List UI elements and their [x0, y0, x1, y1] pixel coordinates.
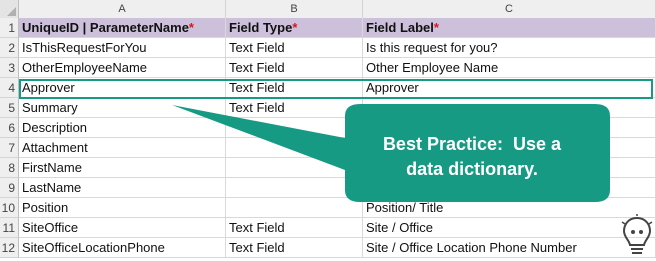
- callout-phrase: data dictionary: [406, 159, 533, 179]
- header-row: 1 UniqueID | ParameterName* Field Type* …: [0, 18, 656, 38]
- cell-a[interactable]: SiteOffice: [19, 218, 226, 238]
- row-number[interactable]: 9: [0, 178, 19, 198]
- cell-a[interactable]: Approver: [19, 78, 226, 98]
- column-header-a[interactable]: A: [19, 0, 226, 18]
- cell-b[interactable]: Text Field: [226, 218, 363, 238]
- table-row: 10 Position Position/ Title: [0, 198, 656, 218]
- required-marker: *: [433, 20, 439, 35]
- callout-emphasis: Best Practice:: [382, 134, 503, 154]
- required-marker: *: [292, 20, 298, 35]
- row-number[interactable]: 10: [0, 198, 19, 218]
- select-all-icon: [7, 7, 16, 16]
- table-row: 12 SiteOfficeLocationPhone Text Field Si…: [0, 238, 656, 258]
- cell-b[interactable]: Text Field: [226, 238, 363, 258]
- cell-a[interactable]: SiteOfficeLocationPhone: [19, 238, 226, 258]
- callout-period: .: [532, 159, 538, 179]
- cell-a[interactable]: Position: [19, 198, 226, 218]
- header-cell-field-type[interactable]: Field Type*: [226, 18, 363, 38]
- row-number[interactable]: 12: [0, 238, 19, 258]
- spreadsheet: A B C 1 UniqueID | ParameterName* Field …: [0, 0, 656, 261]
- cell-a[interactable]: IsThisRequestForYou: [19, 38, 226, 58]
- table-row: 5 Summary Text Field: [0, 98, 656, 118]
- callout-line-2: data dictionary.: [342, 157, 602, 182]
- column-header-row: A B C: [0, 0, 656, 19]
- row-number[interactable]: 3: [0, 58, 19, 78]
- header-label: UniqueID | ParameterName: [22, 20, 189, 35]
- cell-c[interactable]: Is this request for you?: [363, 38, 656, 58]
- cell-a[interactable]: FirstName: [19, 158, 226, 178]
- column-header-c[interactable]: C: [363, 0, 656, 18]
- cell-a[interactable]: OtherEmployeeName: [19, 58, 226, 78]
- header-label: Field Type: [229, 20, 293, 35]
- table-row: 11 SiteOffice Text Field Site / Office: [0, 218, 656, 238]
- cell-c[interactable]: Other Employee Name: [363, 58, 656, 78]
- cell-b[interactable]: Text Field: [226, 98, 363, 118]
- cell-a[interactable]: Summary: [19, 98, 226, 118]
- cell-a[interactable]: Attachment: [19, 138, 226, 158]
- cell-c[interactable]: Site / Office: [363, 218, 656, 238]
- row-number[interactable]: 8: [0, 158, 19, 178]
- required-marker: *: [188, 20, 194, 35]
- callout-line-1: Best Practice: Use a: [342, 132, 602, 157]
- cell-c[interactable]: Position/ Title: [363, 198, 656, 218]
- cell-c[interactable]: Site / Office Location Phone Number: [363, 238, 656, 258]
- callout-text: Best Practice: Use a data dictionary.: [342, 132, 602, 182]
- row-number[interactable]: 5: [0, 98, 19, 118]
- row-number[interactable]: 4: [0, 78, 19, 98]
- row-number[interactable]: 11: [0, 218, 19, 238]
- cell-b[interactable]: [226, 198, 363, 218]
- table-row: 4 Approver Text Field Approver: [0, 78, 656, 98]
- row-number[interactable]: 7: [0, 138, 19, 158]
- row-number[interactable]: 6: [0, 118, 19, 138]
- callout-rest: Use a: [513, 134, 562, 154]
- table-row: 3 OtherEmployeeName Text Field Other Emp…: [0, 58, 656, 78]
- cell-b[interactable]: Text Field: [226, 78, 363, 98]
- cell-c[interactable]: [363, 98, 656, 118]
- column-header-b[interactable]: B: [226, 0, 363, 18]
- cell-a[interactable]: Description: [19, 118, 226, 138]
- table-row: 2 IsThisRequestForYou Text Field Is this…: [0, 38, 656, 58]
- header-cell-field-label[interactable]: Field Label*: [363, 18, 656, 38]
- cell-c[interactable]: Approver: [363, 78, 656, 98]
- header-cell-parameter-name[interactable]: UniqueID | ParameterName*: [19, 18, 226, 38]
- cell-a[interactable]: LastName: [19, 178, 226, 198]
- header-label: Field Label: [366, 20, 434, 35]
- row-number[interactable]: 2: [0, 38, 19, 58]
- lightbulb-icon: [621, 214, 653, 254]
- select-all-button[interactable]: [0, 0, 19, 18]
- cell-b[interactable]: Text Field: [226, 58, 363, 78]
- row-number[interactable]: 1: [0, 18, 19, 38]
- cell-b[interactable]: Text Field: [226, 38, 363, 58]
